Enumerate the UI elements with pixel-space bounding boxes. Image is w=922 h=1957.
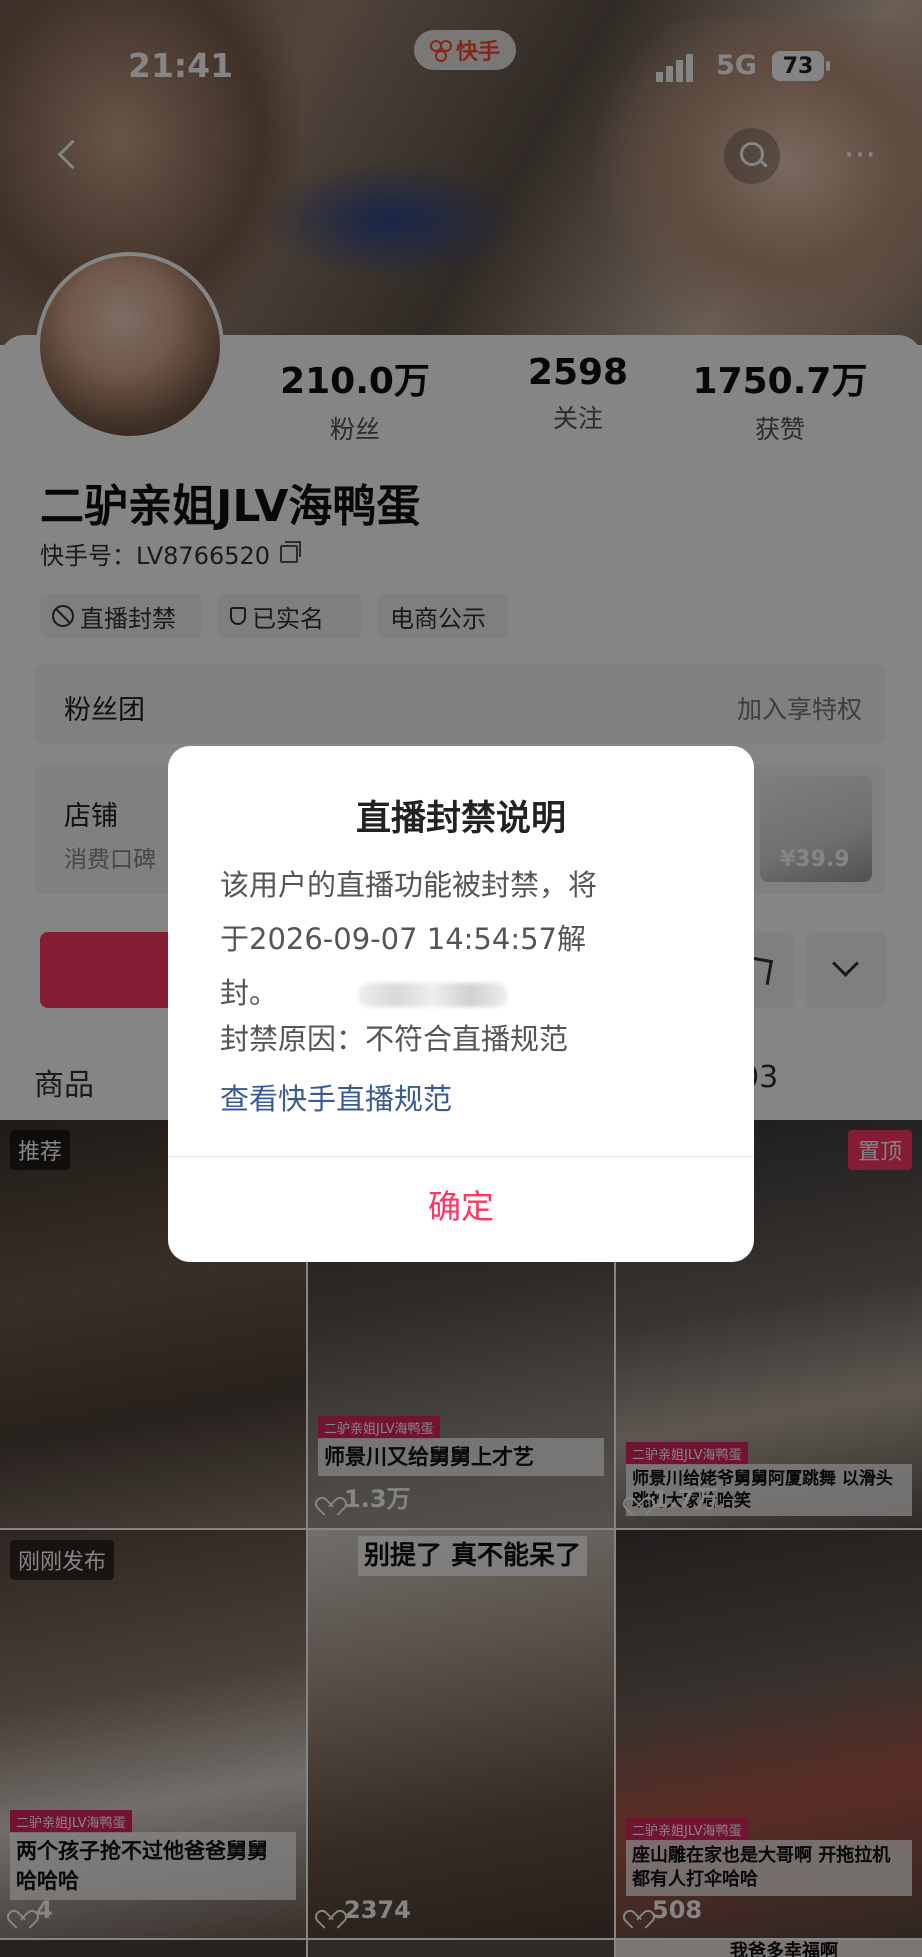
ban-reason: 封禁原因：不符合直播规范 [220,1022,569,1056]
confirm-button[interactable]: 确定 [168,1157,754,1262]
redacted-text [358,983,509,1007]
live-ban-dialog: 直播封禁说明 该用户的直播功能被封禁，将 于2026-09-07 14:54:5… [168,746,754,1262]
dialog-body-line: 于2026-09-07 14:54:57解 [220,922,586,956]
app-screen: 21:41 快手 5G 73 ··· 210.0万 粉丝 2598 关注 175… [0,0,922,1957]
dialog-body-line: 该用户的直播功能被封禁，将 [220,868,598,902]
dialog-body-line: 封。 [220,976,279,1010]
dialog-title: 直播封禁说明 [355,799,566,839]
view-live-rules-link[interactable]: 查看快手直播规范 [220,1076,452,1118]
dialog-body: 该用户的直播功能被封禁，将 于2026-09-07 14:54:57解 封。 [220,858,710,1020]
dialog-body-line-wrap: 封。 [220,966,710,1020]
